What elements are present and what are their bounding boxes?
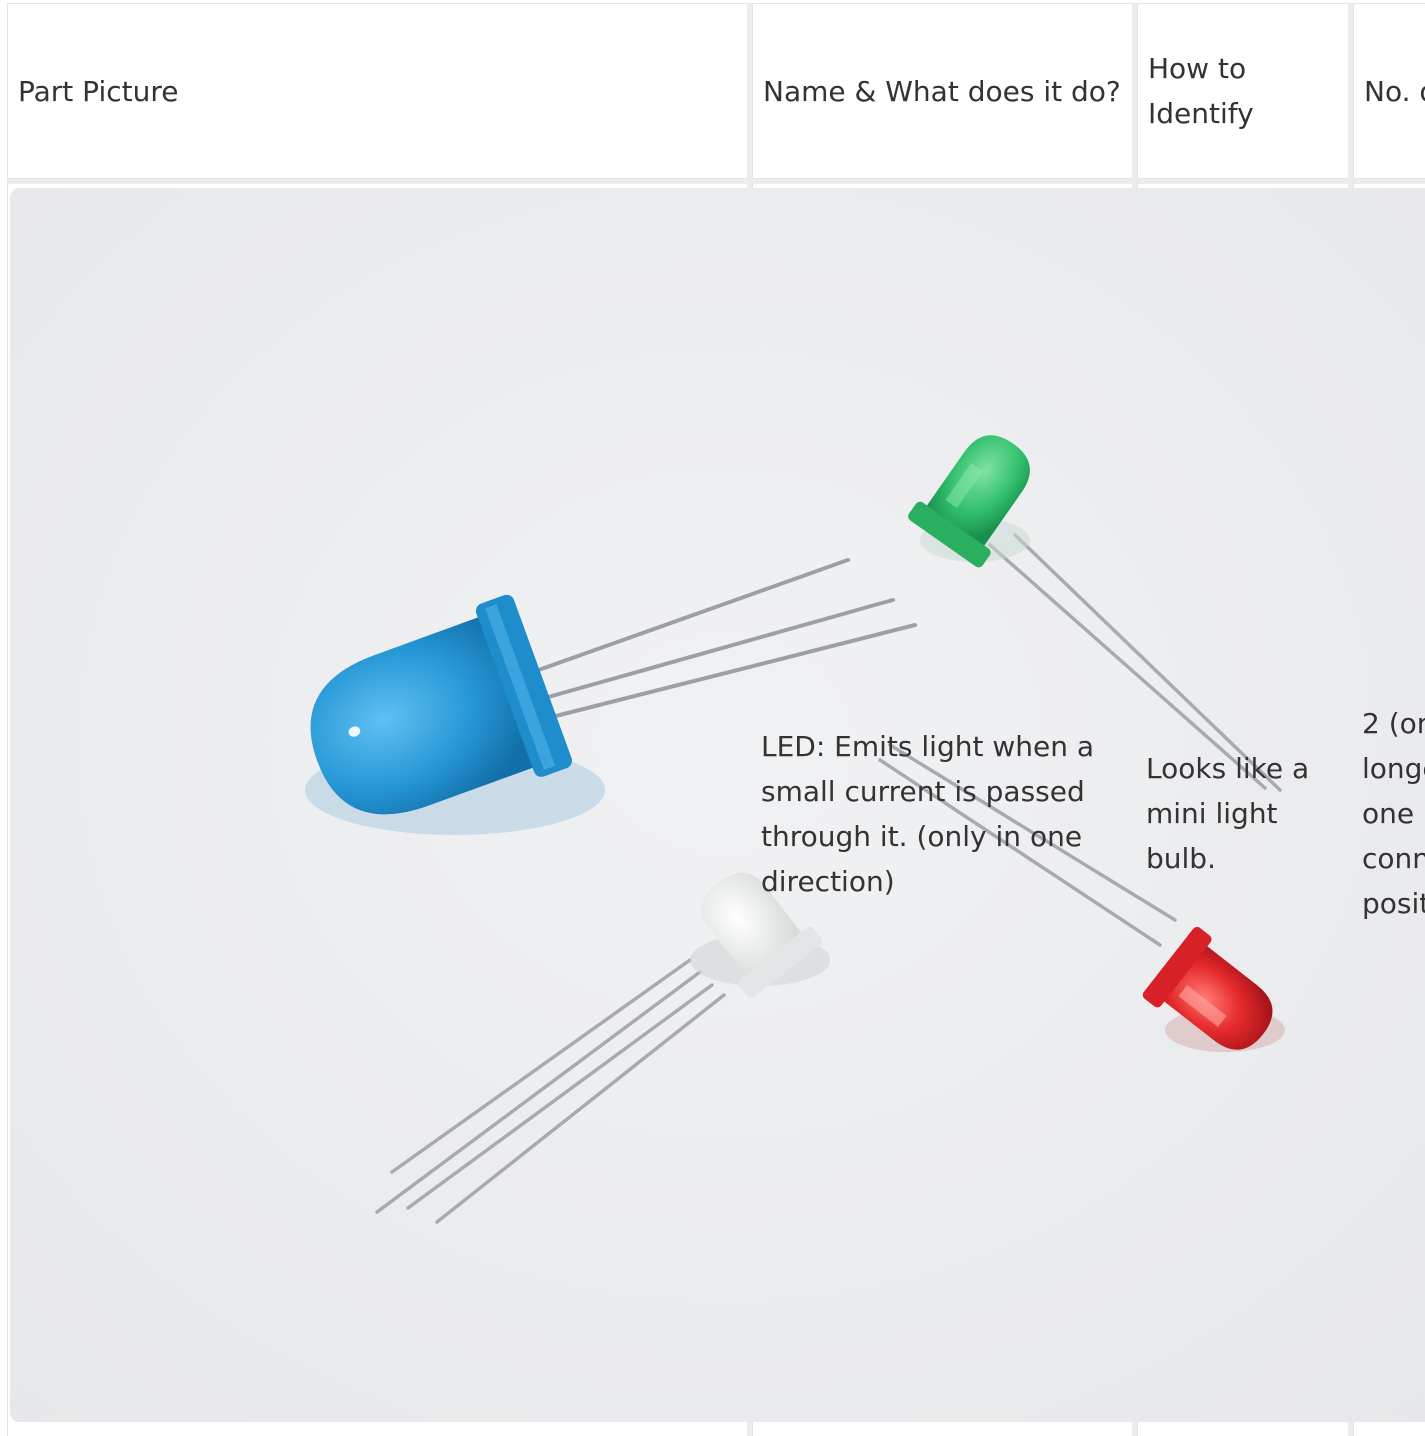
- leads-line: connects: [1362, 842, 1425, 875]
- header-name-what: Name & What does it do?: [752, 3, 1137, 179]
- table-header-row: Part Picture Name & What does it do? How…: [7, 3, 1425, 179]
- cell-part-picture: [7, 179, 752, 1436]
- leads-line: positive): [1362, 887, 1425, 920]
- led-identify-description: Looks like a mini light bulb.: [1146, 752, 1310, 875]
- header-no-leads: No. of Leads: [1353, 3, 1425, 179]
- leads-line: longer,: [1362, 752, 1425, 785]
- header-part-picture: Part Picture: [7, 3, 752, 179]
- led-name-description: LED: Emits light when a small current is…: [761, 730, 1095, 898]
- page-viewport: Part Picture Name & What does it do? How…: [0, 0, 1425, 1436]
- header-how-identify: How to Identify: [1137, 3, 1353, 179]
- led-leads-description: 2 (one longer, one connects positive): [1362, 701, 1425, 926]
- leads-line: 2 (one: [1362, 707, 1425, 740]
- leads-line: one: [1362, 797, 1415, 830]
- parts-table: Part Picture Name & What does it do? How…: [7, 3, 1425, 1436]
